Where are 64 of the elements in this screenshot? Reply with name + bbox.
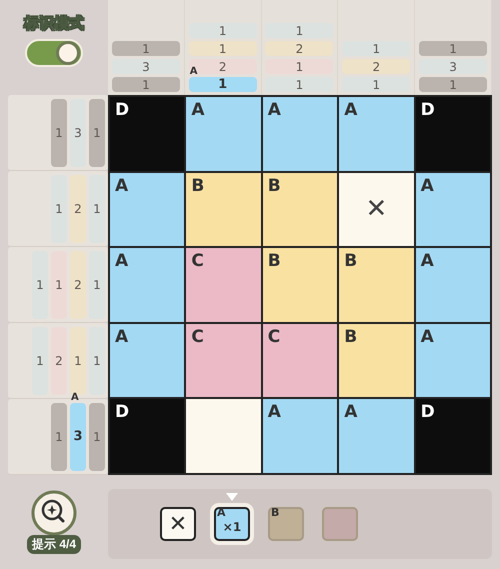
clue-chip: 1 [89, 402, 105, 470]
filled-cell[interactable]: D [416, 97, 490, 171]
mode-label: 标识模式 [24, 14, 84, 33]
clue-chip: 1 [342, 77, 410, 92]
clue-chip: 2 [70, 250, 86, 318]
clue-chip: 1 [51, 402, 67, 470]
filled-cell[interactable]: D [416, 399, 490, 473]
clue-chip: 1 [89, 250, 105, 318]
clue-chip: 1 [265, 23, 334, 38]
filled-cell[interactable]: B [262, 248, 338, 322]
filled-cell[interactable]: A [262, 97, 338, 171]
filled-cell[interactable]: D [110, 97, 184, 171]
clue-chip: 1 [89, 326, 105, 394]
filled-cell[interactable]: A [339, 399, 414, 473]
filled-cell[interactable]: C [262, 324, 338, 398]
color-swatch-button[interactable] [322, 507, 358, 541]
filled-cell[interactable]: A [416, 172, 490, 246]
clue-chip: 3 [419, 59, 488, 74]
filled-cell[interactable]: A [416, 324, 490, 398]
hint-button[interactable]: 提示 4/4 [22, 490, 86, 554]
clue-chip: 1 [265, 77, 334, 92]
filled-cell[interactable]: C [186, 248, 261, 322]
clue-chip: 3 [70, 98, 86, 166]
clue-chip: 1 [51, 98, 67, 166]
caret-icon [226, 493, 238, 501]
clue-chip: 1 [112, 77, 180, 92]
filled-cell[interactable]: B [186, 172, 261, 246]
clue-chip: 1 [188, 23, 257, 38]
clue-chip: 1 [89, 98, 105, 166]
clue-chip: 2 [342, 59, 410, 74]
mode-toggle[interactable] [25, 39, 83, 67]
clue-chip: 1 [89, 174, 105, 242]
clue-chip: 3 [112, 59, 180, 74]
filled-cell[interactable]: B [339, 324, 414, 398]
filled-cell[interactable]: A [339, 97, 414, 171]
clue-chip: 1 [51, 250, 67, 318]
clue-chip: 2 [265, 41, 334, 56]
filled-cell[interactable]: B [262, 172, 338, 246]
filled-cell[interactable]: A [416, 248, 490, 322]
color-swatch-button[interactable]: B [268, 507, 304, 541]
clue-chip: 2 [70, 174, 86, 242]
filled-cell[interactable]: A [110, 324, 184, 398]
clue-tag: A [71, 392, 79, 402]
filled-cell[interactable]: B [339, 248, 414, 322]
clue-chip: 1 [32, 326, 48, 394]
clue-chip: 1 [265, 59, 334, 74]
filled-cell[interactable]: C [186, 324, 261, 398]
filled-cell[interactable]: A [110, 248, 184, 322]
crossed-cell[interactable]: ✕ [339, 172, 414, 246]
filled-cell[interactable]: D [110, 399, 184, 473]
clue-chip: 1 [188, 41, 257, 56]
clue-tag: A [190, 66, 198, 77]
clue-chip: 1 [342, 41, 410, 56]
clue-chip: 1 [419, 77, 488, 92]
clue-chip: 1 [51, 174, 67, 242]
clue-chip: 1 [112, 41, 180, 56]
clue-chip: 2 [51, 326, 67, 394]
filled-cell[interactable]: A [110, 172, 184, 246]
magnifier-icon [31, 490, 77, 536]
filled-cell[interactable]: A [262, 399, 338, 473]
clue-chip: 1 [32, 250, 48, 318]
clue-chip: 1 [419, 41, 488, 56]
cross-tool-button[interactable]: ✕ [160, 507, 196, 541]
filled-cell[interactable]: A [186, 97, 261, 171]
